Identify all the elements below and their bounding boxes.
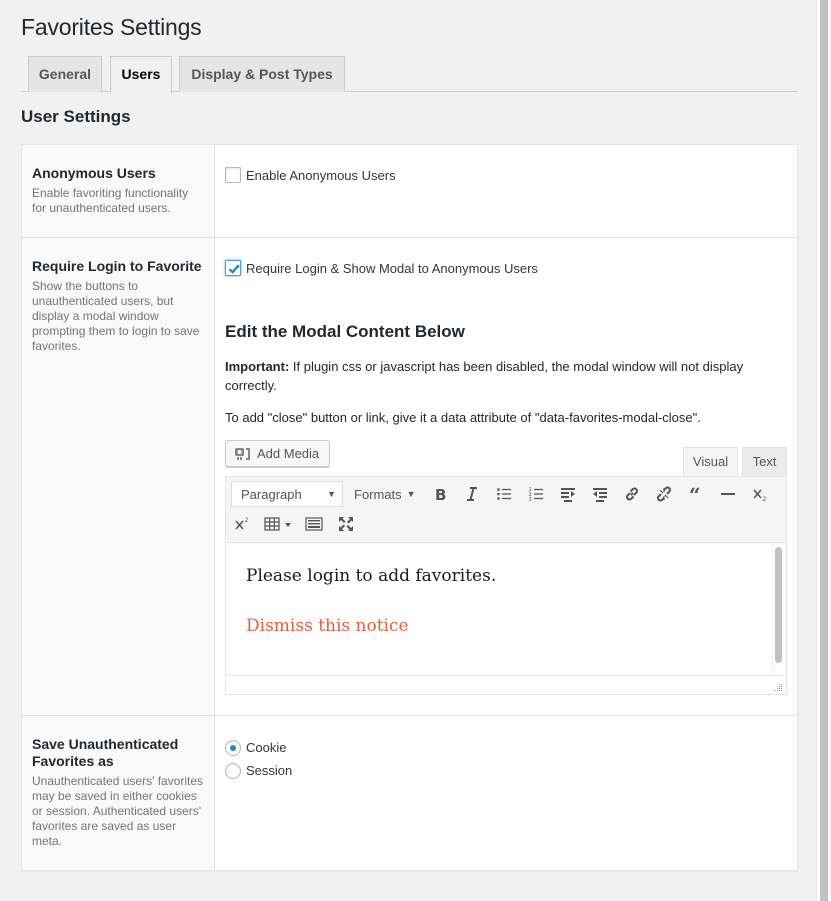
fullscreen-icon[interactable] — [330, 511, 362, 537]
svg-text:“: “ — [689, 486, 701, 502]
cookie-radio[interactable] — [225, 739, 241, 756]
toolbar-row-2: 2 — [226, 509, 362, 539]
formats-label: Formats — [354, 486, 402, 502]
editor-tab-visual[interactable]: Visual — [683, 447, 738, 477]
block-format-value: Paragraph — [241, 486, 302, 502]
toolbar-row-1: Paragraph ▼ Formats ▼ B 123 “ 2 — [226, 479, 776, 509]
nav-tabs: General Users Display & Post Types — [21, 56, 798, 93]
setting-label-cell: Require Login to Favorite Show the butto… — [22, 238, 215, 715]
numbered-list-icon[interactable]: 123 — [520, 481, 552, 507]
setting-row-save-unauthenticated: Save Unauthenticated Favorites as Unauth… — [22, 716, 797, 870]
svg-text:2: 2 — [245, 517, 249, 524]
blockquote-icon[interactable]: “ — [680, 481, 712, 507]
unlink-icon[interactable] — [648, 481, 680, 507]
require-login-option[interactable]: Require Login & Show Modal to Anonymous … — [225, 258, 787, 278]
bold-icon[interactable]: B — [424, 481, 456, 507]
require-login-checkbox[interactable] — [225, 260, 241, 276]
editor-text-line: Please login to add favorites. — [246, 566, 497, 586]
superscript-icon[interactable]: 2 — [226, 511, 258, 537]
radio-label: Session — [246, 763, 293, 778]
add-media-label: Add Media — [257, 446, 320, 461]
tab-general[interactable]: General — [28, 56, 102, 92]
svg-text:3: 3 — [528, 497, 531, 502]
keyboard-shortcuts-icon[interactable] — [298, 511, 330, 537]
section-title: User Settings — [21, 107, 131, 126]
session-radio[interactable] — [225, 762, 241, 779]
setting-label: Anonymous Users — [32, 165, 156, 181]
chevron-down-icon: ▼ — [406, 489, 416, 499]
setting-description: Show the buttons to unauthenticated user… — [32, 279, 200, 353]
editor-scrollbar-thumb[interactable] — [775, 547, 782, 663]
important-note: Important: If plugin css or javascript h… — [225, 357, 780, 395]
editor-content-area[interactable]: Please login to add favorites. Dismiss t… — [225, 543, 787, 676]
setting-row-require-login: Require Login to Favorite Show the butto… — [22, 238, 797, 716]
setting-label-cell: Save Unauthenticated Favorites as Unauth… — [22, 716, 215, 870]
table-icon[interactable] — [258, 511, 298, 537]
save-as-cookie-option[interactable]: Cookie — [225, 736, 787, 759]
editor-statusbar — [225, 675, 787, 695]
modal-content-heading: Edit the Modal Content Below — [225, 322, 465, 341]
svg-text:B: B — [435, 486, 446, 502]
page-title: Favorites Settings — [21, 14, 202, 40]
tab-display-post-types[interactable]: Display & Post Types — [179, 56, 345, 92]
subscript-icon[interactable]: 2 — [744, 481, 776, 507]
editor-toolbar: Paragraph ▼ Formats ▼ B 123 “ 2 2 — [225, 476, 787, 543]
tab-users[interactable]: Users — [110, 56, 172, 93]
editor-scrollbar-track[interactable] — [772, 543, 786, 676]
svg-text:2: 2 — [762, 496, 766, 502]
setting-field-cell: Require Login & Show Modal to Anonymous … — [215, 238, 797, 715]
important-label: Important: — [225, 359, 290, 374]
page-scrollbar[interactable] — [816, 0, 831, 901]
checkbox-label: Require Login & Show Modal to Anonymous … — [246, 260, 538, 276]
formats-dropdown[interactable]: Formats ▼ — [354, 487, 416, 502]
dismiss-notice-link[interactable]: Dismiss this notice — [246, 613, 766, 639]
setting-label-cell: Anonymous Users Enable favoriting functi… — [22, 145, 215, 237]
enable-anonymous-users-option[interactable]: Enable Anonymous Users — [225, 165, 787, 185]
horizontal-rule-icon[interactable] — [712, 481, 744, 507]
resize-handle-icon[interactable] — [774, 683, 783, 692]
setting-field-cell: Enable Anonymous Users — [215, 145, 797, 237]
bullet-list-icon[interactable] — [488, 481, 520, 507]
enable-anonymous-users-checkbox[interactable] — [225, 167, 241, 183]
add-media-button[interactable]: Add Media — [225, 440, 330, 467]
setting-label: Require Login to Favorite — [32, 258, 202, 274]
italic-icon[interactable] — [456, 481, 488, 507]
checkbox-label: Enable Anonymous Users — [246, 167, 396, 183]
add-media-icon — [235, 447, 250, 460]
editor-tab-text[interactable]: Text — [742, 447, 787, 476]
setting-label: Save Unauthenticated Favorites as — [32, 736, 179, 769]
chevron-down-icon: ▼ — [327, 489, 336, 499]
outdent-icon[interactable] — [584, 481, 616, 507]
close-attribute-note: To add "close" button or link, give it a… — [225, 410, 701, 425]
block-format-select[interactable]: Paragraph ▼ — [231, 481, 343, 507]
indent-icon[interactable] — [552, 481, 584, 507]
radio-label: Cookie — [246, 740, 287, 755]
link-icon[interactable] — [616, 481, 648, 507]
setting-field-cell: Cookie Session — [215, 716, 797, 870]
checkmark-icon — [228, 264, 240, 274]
setting-description: Unauthenticated users' favorites may be … — [32, 774, 204, 848]
page-scrollbar-thumb[interactable] — [820, 0, 828, 901]
setting-row-anonymous-users: Anonymous Users Enable favoriting functi… — [22, 145, 797, 238]
save-as-session-option[interactable]: Session — [225, 759, 787, 782]
important-text: If plugin css or javascript has been dis… — [225, 359, 744, 393]
setting-description: Enable favoriting functionality for unau… — [32, 186, 189, 215]
settings-table: Anonymous Users Enable favoriting functi… — [21, 144, 798, 871]
